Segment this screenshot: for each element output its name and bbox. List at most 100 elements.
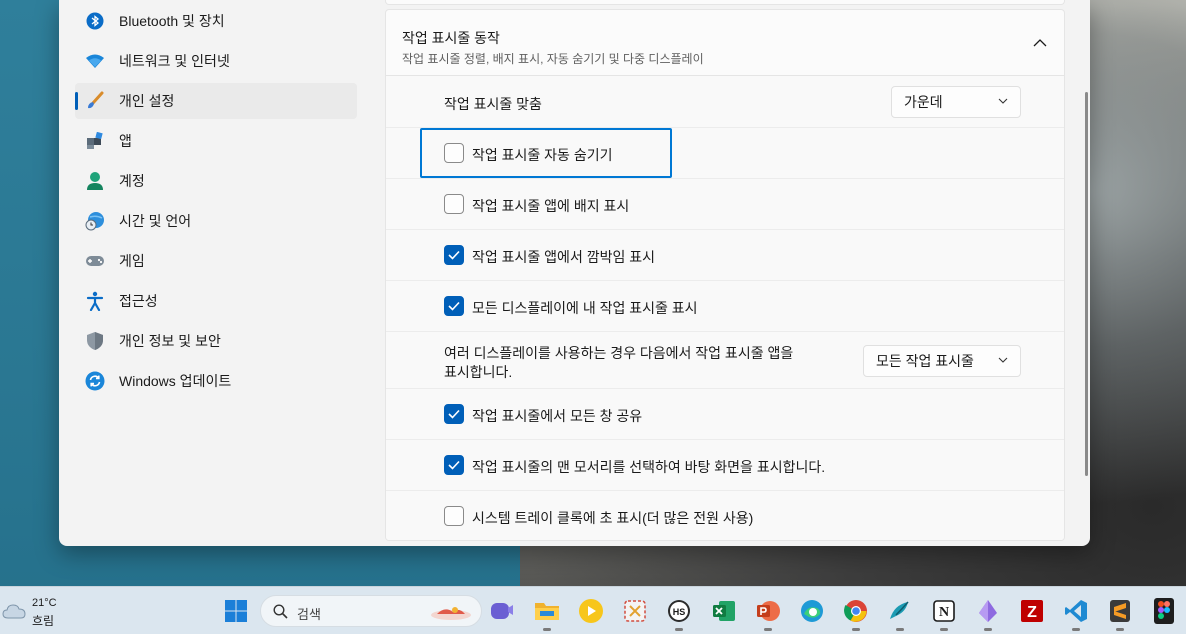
sidebar-item-label: 앱 (119, 133, 132, 149)
multi-display-dropdown-value: 모든 작업 표시줄 (876, 353, 974, 369)
account-icon (85, 171, 105, 191)
seconds-clock-checkbox[interactable] (444, 506, 464, 526)
start-button[interactable] (222, 597, 250, 625)
search-highlight-icon (431, 607, 471, 620)
running-indicator (1072, 628, 1080, 631)
multi-display-label-line1: 여러 디스플레이를 사용하는 경우 다음에서 작업 표시줄 앱을 (444, 345, 794, 361)
bluetooth-icon (85, 11, 105, 31)
seconds-clock-row: 시스템 트레이 클록에 초 표시(더 많은 전원 사용) (386, 491, 1064, 540)
flashing-checkbox[interactable] (444, 245, 464, 265)
sidebar-item-privacy[interactable]: 개인 정보 및 보안 (75, 323, 357, 359)
sidebar-item-accessibility[interactable]: 접근성 (75, 283, 357, 319)
chevron-up-icon[interactable] (1030, 36, 1050, 50)
taskbar-crystal-app[interactable] (974, 597, 1002, 631)
weather-temperature: 21°C (32, 597, 57, 609)
update-icon (85, 371, 105, 391)
accessibility-icon (85, 291, 105, 311)
multi-display-label-line2: 표시합니다. (444, 364, 513, 380)
taskbar-search[interactable]: 검색 (260, 595, 482, 627)
taskbar-vscode[interactable] (1062, 597, 1090, 631)
snipping-tool-icon (624, 600, 646, 622)
alignment-row: 작업 표시줄 맞춤 가운데 (386, 76, 1064, 128)
content-panel: 작업 표시줄 동작 작업 표시줄 정렬, 배지 표시, 자동 숨기기 및 다중 … (385, 0, 1065, 546)
sidebar-item-bluetooth[interactable]: Bluetooth 및 장치 (75, 3, 357, 39)
sidebar-item-label: 개인 정보 및 보안 (119, 333, 221, 349)
sidebar-item-label: 개인 설정 (119, 93, 175, 109)
weather-widget[interactable]: 21°C 흐림 (2, 595, 62, 628)
far-corner-row: 작업 표시줄의 맨 모서리를 선택하여 바탕 화면을 표시합니다. (386, 440, 1064, 491)
all-displays-row: 모든 디스플레이에 내 작업 표시줄 표시 (386, 281, 1064, 332)
expander-header[interactable]: 작업 표시줄 동작 작업 표시줄 정렬, 배지 표시, 자동 숨기기 및 다중 … (386, 10, 1064, 76)
running-indicator (543, 628, 551, 631)
folder-icon (535, 603, 559, 620)
checkmark-icon (448, 301, 460, 311)
vscode-icon (1065, 600, 1087, 622)
filezilla-letter: Z (1027, 604, 1037, 621)
taskbar-edge[interactable] (798, 597, 826, 625)
running-indicator (984, 628, 992, 631)
share-window-row: 작업 표시줄에서 모든 창 공유 (386, 389, 1064, 440)
flashing-label: 작업 표시줄 앱에서 깜박임 표시 (472, 249, 655, 265)
taskbar-behaviors-expander: 작업 표시줄 동작 작업 표시줄 정렬, 배지 표시, 자동 숨기기 및 다중 … (385, 9, 1065, 541)
taskbar-figma[interactable] (1150, 597, 1178, 625)
running-indicator (940, 628, 948, 631)
shield-icon (85, 331, 105, 351)
taskbar-sublime[interactable] (1106, 597, 1134, 631)
multi-display-dropdown[interactable]: 모든 작업 표시줄 (863, 345, 1021, 377)
powerpoint-icon (757, 601, 780, 621)
search-icon (273, 604, 288, 619)
taskbar-filezilla[interactable]: Z (1018, 597, 1046, 625)
sidebar-item-windows-update[interactable]: Windows 업데이트 (75, 363, 357, 399)
far-corner-label: 작업 표시줄의 맨 모서리를 선택하여 바탕 화면을 표시합니다. (472, 459, 826, 475)
taskbar-hs-app[interactable]: HS (665, 597, 693, 631)
cloud-icon (2, 604, 26, 619)
previous-card (385, 0, 1065, 5)
search-placeholder: 검색 (297, 607, 321, 622)
apps-icon (85, 131, 105, 151)
taskbar-media-player[interactable] (577, 597, 605, 625)
chevron-down-icon (998, 98, 1008, 104)
filezilla-icon: Z (1021, 600, 1043, 622)
multi-display-row: 여러 디스플레이를 사용하는 경우 다음에서 작업 표시줄 앱을 표시합니다. … (386, 332, 1064, 389)
alignment-dropdown-value: 가운데 (904, 94, 943, 110)
share-window-checkbox[interactable] (444, 404, 464, 424)
running-indicator (1116, 628, 1124, 631)
taskbar-teams[interactable] (488, 597, 516, 625)
expander-title: 작업 표시줄 동작 (402, 30, 500, 46)
taskbar-snipping-tool[interactable] (621, 597, 649, 625)
running-indicator (675, 628, 683, 631)
sidebar-item-gaming[interactable]: 게임 (75, 243, 357, 279)
globe-clock-icon (85, 211, 105, 231)
excel-icon (713, 601, 735, 621)
share-window-label: 작업 표시줄에서 모든 창 공유 (472, 408, 643, 424)
taskbar-chrome[interactable] (842, 597, 870, 631)
wifi-icon (85, 51, 105, 71)
teams-icon (491, 603, 513, 619)
play-icon (579, 599, 603, 623)
sidebar-item-network[interactable]: 네트워크 및 인터넷 (75, 43, 357, 79)
all-displays-checkbox[interactable] (444, 296, 464, 316)
gamepad-icon (85, 251, 105, 271)
badges-label: 작업 표시줄 앱에 배지 표시 (472, 198, 630, 214)
taskbar-powerpoint[interactable] (754, 597, 782, 631)
taskbar-notion[interactable]: N (930, 597, 958, 631)
far-corner-checkbox[interactable] (444, 455, 464, 475)
chevron-down-icon (998, 357, 1008, 363)
sidebar-item-apps[interactable]: 앱 (75, 123, 357, 159)
sidebar-item-label: 시간 및 언어 (119, 213, 192, 229)
taskbar-excel[interactable] (710, 597, 738, 625)
svg-text:HS: HS (673, 607, 686, 617)
taskbar-file-explorer[interactable] (533, 597, 561, 631)
sidebar-item-label: 게임 (119, 253, 145, 269)
content-scrollbar[interactable] (1085, 92, 1088, 476)
sidebar-item-personalization[interactable]: 개인 설정 (75, 83, 357, 119)
alignment-dropdown[interactable]: 가운데 (891, 86, 1021, 118)
sidebar-item-accounts[interactable]: 계정 (75, 163, 357, 199)
taskbar-bird-app[interactable] (886, 597, 914, 631)
notion-letter: N (939, 605, 949, 620)
flashing-row: 작업 표시줄 앱에서 깜박임 표시 (386, 230, 1064, 281)
notion-icon: N (933, 600, 955, 622)
crystal-app-icon (979, 600, 997, 622)
badges-checkbox[interactable] (444, 194, 464, 214)
sidebar-item-time-language[interactable]: 시간 및 언어 (75, 203, 357, 239)
